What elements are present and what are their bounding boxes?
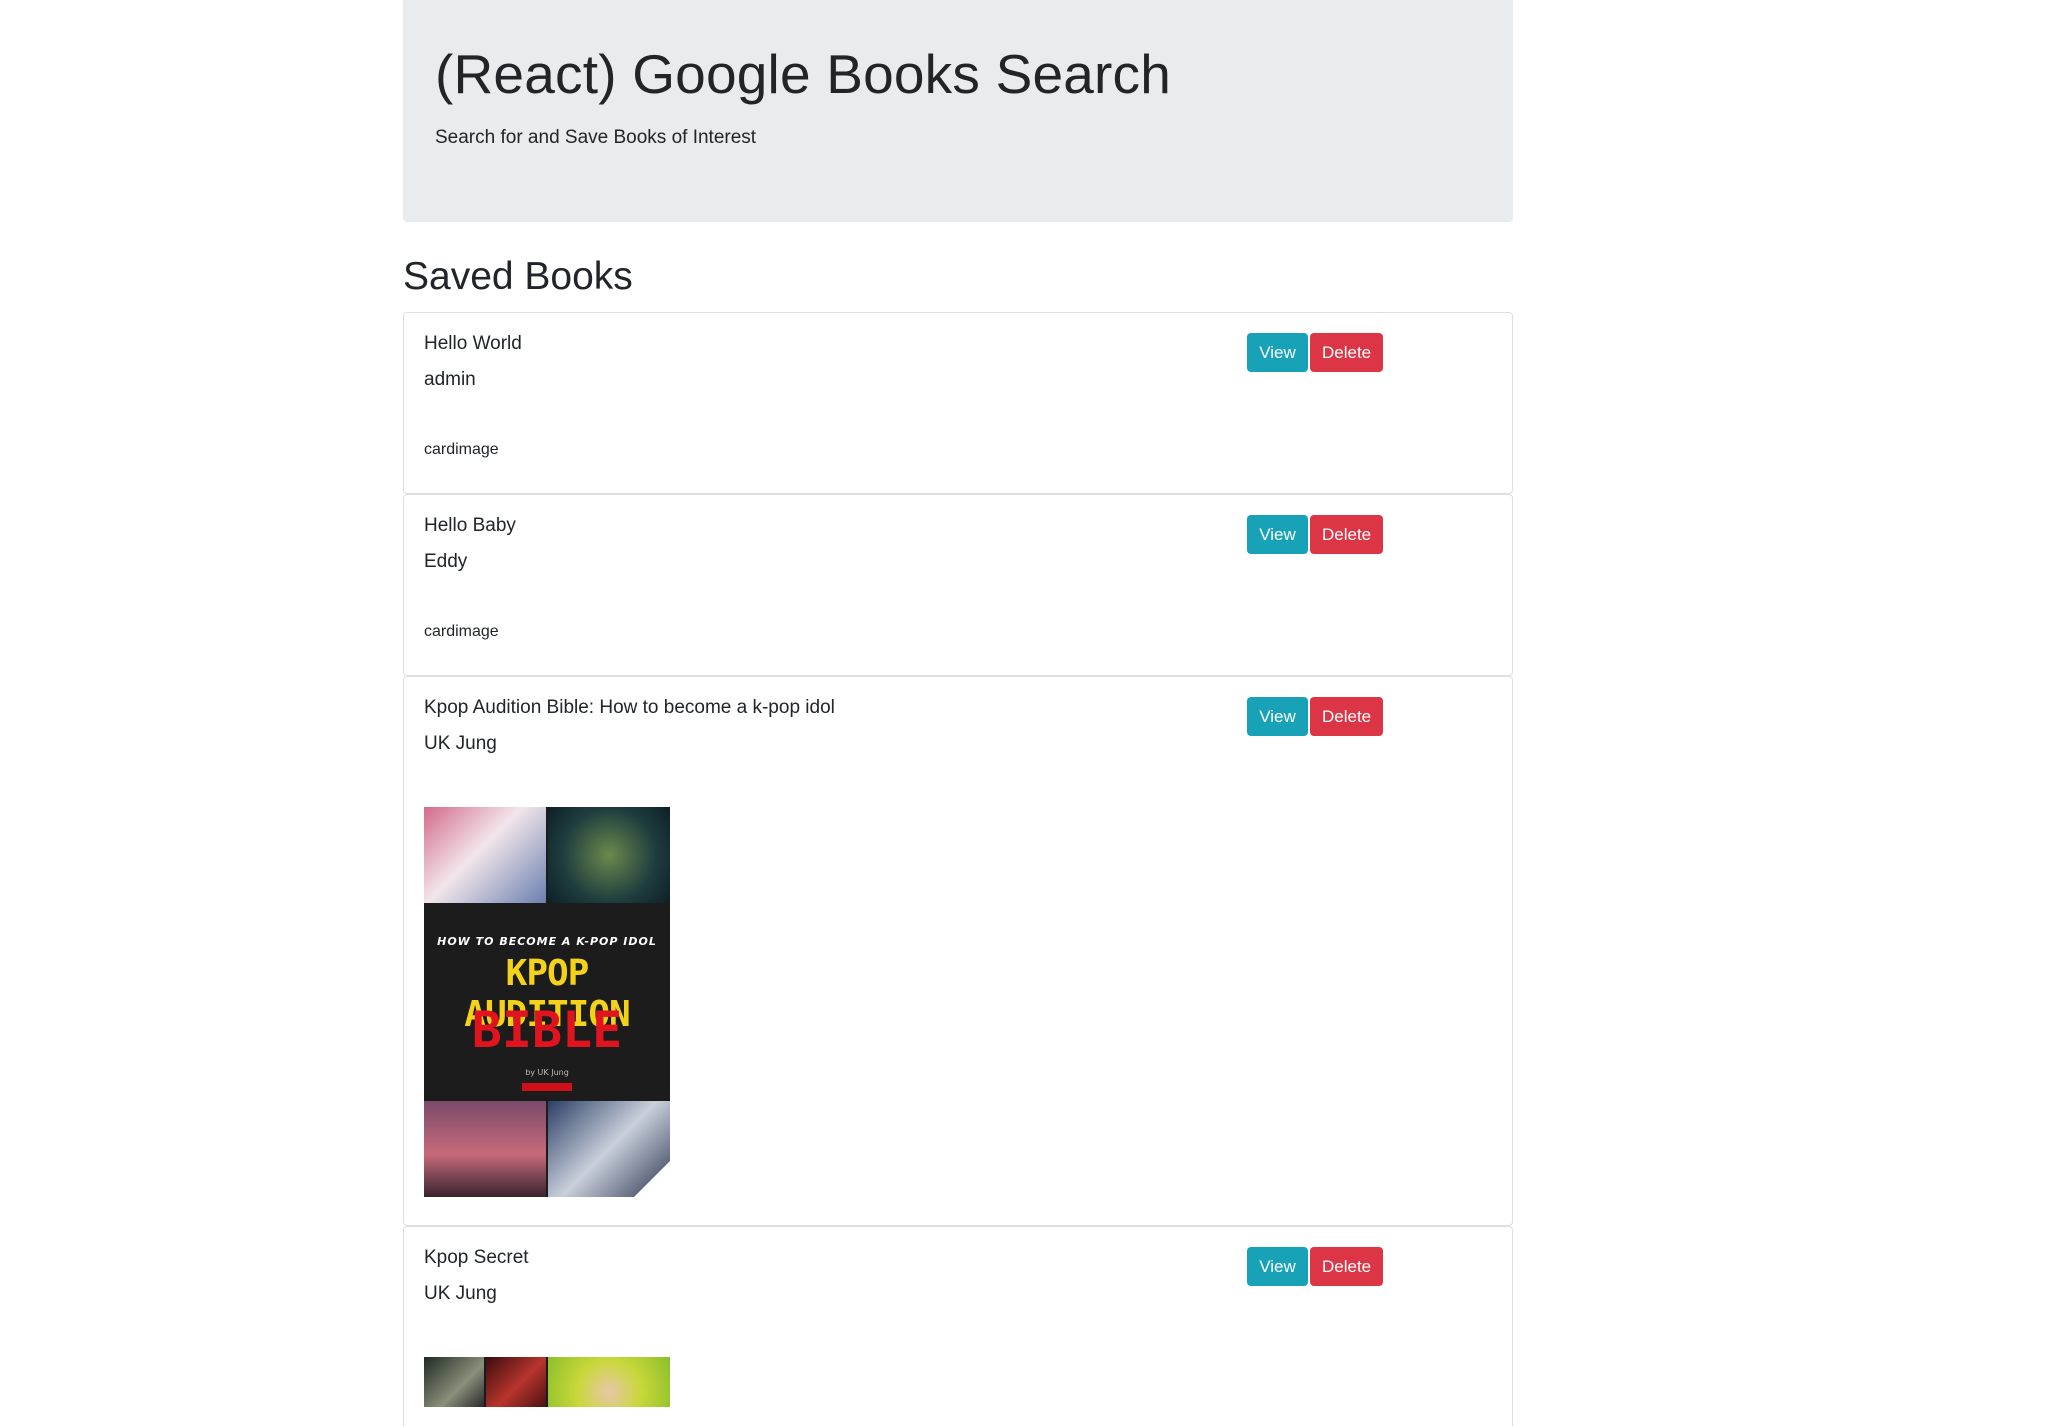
view-button[interactable]: View (1247, 333, 1308, 372)
cover-byline: by UK Jung (525, 1068, 569, 1077)
book-cover-image: HOW TO BECOME A K-POP IDOL KPOP AUDITION… (424, 807, 670, 1197)
book-actions: View Delete (1247, 333, 1384, 372)
book-actions: View Delete (1247, 515, 1384, 554)
view-button[interactable]: View (1247, 515, 1308, 554)
page-title: (React) Google Books Search (435, 43, 1172, 105)
delete-button[interactable]: Delete (1310, 515, 1384, 554)
cover-subtitle: HOW TO BECOME A K-POP IDOL (437, 935, 657, 948)
book-card: Kpop Audition Bible: How to become a k-p… (403, 676, 1513, 1226)
cover-photo (424, 1101, 546, 1197)
jumbotron-header: (React) Google Books Search Search for a… (403, 0, 1513, 222)
book-card: Kpop Secret UK Jung View Delete (403, 1226, 1513, 1426)
book-actions: View Delete (1247, 1247, 1384, 1286)
cover-tag (522, 1083, 572, 1091)
main-container: (React) Google Books Search Search for a… (403, 0, 1513, 1426)
book-cover-image (424, 1357, 670, 1407)
saved-books-heading: Saved Books (403, 255, 633, 298)
cover-photo (424, 807, 546, 903)
delete-button[interactable]: Delete (1310, 333, 1384, 372)
cover-photo (486, 1357, 546, 1407)
cover-page-curl (634, 1161, 670, 1197)
book-card: Hello Baby Eddy cardimage View Delete (403, 494, 1513, 676)
cover-photo (548, 1357, 670, 1407)
delete-button[interactable]: Delete (1310, 1247, 1384, 1286)
book-actions: View Delete (1247, 697, 1384, 736)
page-subtitle: Search for and Save Books of Interest (435, 127, 757, 148)
book-image-broken: cardimage (424, 441, 499, 458)
view-button[interactable]: View (1247, 1247, 1308, 1286)
book-image-broken: cardimage (424, 623, 499, 640)
cover-photo (424, 1357, 484, 1407)
cover-photo (548, 807, 670, 903)
delete-button[interactable]: Delete (1310, 697, 1384, 736)
cover-title-line2: BIBLE (471, 1001, 623, 1059)
book-card: Hello World admin cardimage View Delete (403, 312, 1513, 494)
view-button[interactable]: View (1247, 697, 1308, 736)
